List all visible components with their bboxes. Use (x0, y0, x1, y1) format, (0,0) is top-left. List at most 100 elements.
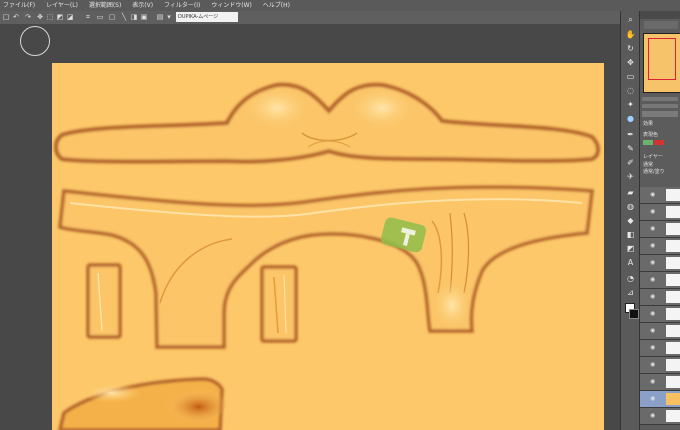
eye-icon[interactable]: ◉ (650, 345, 655, 351)
eye-icon[interactable]: ◉ (650, 260, 655, 266)
gradient-icon[interactable]: ◧ (625, 229, 636, 240)
ruler-icon[interactable]: ⊿ (625, 287, 636, 298)
eye-icon[interactable]: ◉ (650, 396, 655, 402)
menu-view[interactable]: 表示(V) (132, 0, 153, 11)
layer-row[interactable]: ◉ (640, 340, 680, 357)
eye-icon[interactable]: ◉ (650, 294, 655, 300)
bottom-piece (58, 185, 594, 349)
right-panel: 効果 表現色 レイヤー 通常 通常/塗り ◉ ◉ ◉ ◉ ◉ ◉ ◉ ◉ ◉ ◉… (640, 11, 680, 430)
lasso-icon[interactable]: ◌ (625, 85, 636, 96)
menu-layer[interactable]: レイヤー(L) (46, 0, 78, 11)
eye-icon[interactable]: ◉ (650, 379, 655, 385)
eye-icon[interactable]: ◉ (650, 209, 655, 215)
layer-thumbnail (666, 274, 680, 286)
menu-file[interactable]: ファイル(F) (3, 0, 35, 11)
clear-icon[interactable]: ▭ (96, 13, 104, 21)
fill-selection-icon[interactable]: ◩ (56, 13, 64, 21)
menu-filter[interactable]: フィルター(I) (164, 0, 200, 11)
layer-row[interactable]: ◉ (640, 187, 680, 204)
rotate-slider[interactable] (642, 104, 678, 108)
layer-thumbnail (666, 308, 680, 320)
copy-icon[interactable]: ▢ (108, 13, 116, 21)
eyedropper-icon[interactable]: ● (625, 113, 636, 124)
menu-help[interactable]: ヘルプ(H) (263, 0, 290, 11)
figure-icon[interactable]: ◩ (625, 243, 636, 254)
rotate-icon[interactable]: ↻ (625, 43, 636, 54)
transform-icon[interactable]: ✥ (36, 13, 44, 21)
layer-row[interactable]: ◉ (640, 238, 680, 255)
navigator-tab[interactable] (644, 21, 678, 29)
color-red-chip[interactable] (654, 140, 664, 145)
layer-row[interactable]: ◉ (640, 323, 680, 340)
blend-icon[interactable]: ◍ (625, 201, 636, 212)
selection-icon[interactable]: ⬚ (46, 13, 54, 21)
text-icon[interactable]: A (625, 257, 636, 268)
redo-icon[interactable]: ↷ (24, 13, 32, 21)
menu-window[interactable]: ウィンドウ(W) (211, 0, 252, 11)
navigator-thumbnail[interactable] (643, 33, 680, 93)
layer-thumbnail (666, 206, 680, 218)
layer-row[interactable]: ◉ (640, 204, 680, 221)
pen-icon[interactable]: ✒ (625, 129, 636, 140)
layer-row[interactable]: ◉ (640, 374, 680, 391)
fill-icon[interactable]: ◆ (625, 215, 636, 226)
zoom-icon[interactable]: ⌕ (625, 14, 636, 25)
eraser-icon[interactable]: ▰ (625, 187, 636, 198)
layer-row[interactable]: ◉ (640, 221, 680, 238)
toolbar-text-field[interactable]: DUPIKA-ムページ (176, 12, 238, 22)
deselect-icon[interactable]: ◪ (66, 13, 74, 21)
layer-row[interactable]: ◉ (640, 408, 680, 425)
balloon-icon[interactable]: ◔ (625, 273, 636, 284)
ruler-snap-icon[interactable]: ╲ (120, 13, 128, 21)
eye-icon[interactable]: ◉ (650, 413, 655, 419)
grid-icon[interactable]: ▣ (140, 13, 148, 21)
hand-icon[interactable]: ✋ (625, 29, 636, 40)
layer-thumbnail (666, 189, 680, 201)
layer-property-label: 通常/塗り (643, 169, 665, 175)
layer-thumbnail (666, 240, 680, 252)
bottom-partial-piece (58, 377, 226, 430)
menu-selection[interactable]: 選択範囲(S) (89, 0, 122, 11)
view-mode-icon[interactable]: ▤ (156, 13, 164, 21)
wand-icon[interactable]: ✦ (625, 99, 636, 110)
layer-panel-label: レイヤー (643, 154, 663, 160)
layer-row[interactable]: ◉ (640, 357, 680, 374)
top-piece (54, 82, 600, 164)
layer-thumbnail (666, 359, 680, 371)
zoom-slider[interactable] (642, 97, 678, 101)
tool-palette: ⌕ ✋ ↻ ✥ ▭ ◌ ✦ ● ✒ ✎ ✐ ✈ ▰ ◍ ◆ ◧ ◩ A ◔ ⊿ (620, 11, 640, 430)
layer-row[interactable]: ◉ (640, 272, 680, 289)
crop-icon[interactable]: ⌗ (84, 13, 92, 21)
eye-icon[interactable]: ◉ (650, 226, 655, 232)
panel-header (640, 11, 680, 19)
eye-icon[interactable]: ◉ (650, 192, 655, 198)
effect-label: 効果 (643, 121, 654, 127)
snap-icon[interactable]: ◨ (130, 13, 138, 21)
layer-row[interactable]: ◉ (640, 255, 680, 272)
eye-icon[interactable]: ◉ (650, 277, 655, 283)
eye-icon[interactable]: ◉ (650, 328, 655, 334)
color-green-chip[interactable] (643, 140, 653, 145)
eye-icon[interactable]: ◉ (650, 243, 655, 249)
new-file-icon[interactable]: □ (2, 13, 10, 21)
select-icon[interactable]: ▭ (625, 71, 636, 82)
dropdown-icon[interactable]: ▾ (165, 13, 173, 21)
move-icon[interactable]: ✥ (625, 57, 636, 68)
airbrush-icon[interactable]: ✈ (625, 171, 636, 182)
layer-row[interactable]: ◉ (640, 289, 680, 306)
eye-icon[interactable]: ◉ (650, 311, 655, 317)
brush-icon[interactable]: ✐ (625, 157, 636, 168)
pencil-icon[interactable]: ✎ (625, 143, 636, 154)
layer-thumbnail (666, 325, 680, 337)
sub-color-swatch[interactable] (629, 309, 639, 319)
eye-icon[interactable]: ◉ (650, 362, 655, 368)
layer-thumbnail (666, 410, 680, 422)
menu-bar: ファイル(F) レイヤー(L) 選択範囲(S) 表示(V) フィルター(I) ウ… (0, 0, 680, 11)
undo-icon[interactable]: ↶ (12, 13, 20, 21)
command-toolbar: □ ↶ ↷ ✥ ⬚ ◩ ◪ ⌗ ▭ ▢ ╲ ◨ ▣ ▤ ▾ DUPIKA-ムペー… (0, 11, 620, 25)
layer-row[interactable]: ◉ (640, 306, 680, 323)
layer-thumbnail (666, 342, 680, 354)
layer-row-selected[interactable]: ◉ (640, 391, 680, 408)
uv-texture-artwork (54, 82, 600, 430)
canvas[interactable] (52, 63, 604, 430)
